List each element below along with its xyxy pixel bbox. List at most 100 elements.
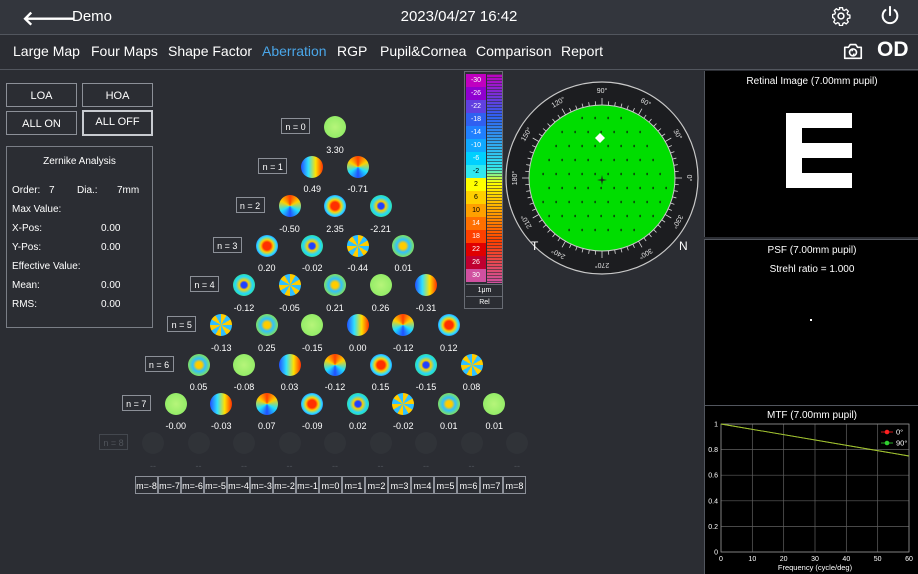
m-label-cell: m=5	[434, 476, 457, 494]
zernike-term-n6-k5[interactable]	[415, 354, 437, 376]
zernike-term-n6-k6[interactable]	[461, 354, 483, 376]
zernike-term-n6-k4[interactable]	[370, 354, 392, 376]
wavefront-polar-map: 0°30°60°90°120°150°180°210°240°270°300°3…	[502, 78, 702, 278]
gear-icon[interactable]	[831, 6, 851, 26]
zernike-value: 0.07	[247, 421, 287, 431]
row-label-n5[interactable]: n = 5	[167, 316, 196, 332]
zernike-term-n5-k2[interactable]	[301, 314, 323, 336]
zernike-term-n1-k1[interactable]	[347, 156, 369, 178]
m-label-cell: m=3	[388, 476, 411, 494]
zernike-term-n4-k2[interactable]	[324, 274, 346, 296]
zernike-term-n7-k6[interactable]	[438, 393, 460, 415]
zernike-value: 0.01	[383, 263, 423, 273]
scale-value-cell: -10	[466, 139, 486, 152]
nasal-letter: N	[679, 239, 688, 253]
tab-large-map[interactable]: Large Map	[13, 43, 80, 59]
zernike-value: -2.21	[361, 224, 401, 234]
row-label-n7[interactable]: n = 7	[122, 395, 151, 411]
mtf-x-tick: 10	[748, 556, 756, 563]
scale-value-cell: -22	[466, 100, 486, 113]
row-label-n1[interactable]: n = 1	[258, 158, 287, 174]
zernike-term-n7-k7[interactable]	[483, 393, 505, 415]
m-label-cell: m=6	[457, 476, 480, 494]
zernike-term-n8-k7[interactable]	[461, 432, 483, 454]
zernike-term-n7-k1[interactable]	[210, 393, 232, 415]
zernike-term-n7-k3[interactable]	[301, 393, 323, 415]
zernike-term-n5-k5[interactable]	[438, 314, 460, 336]
zernike-term-n6-k1[interactable]	[233, 354, 255, 376]
zernike-term-n5-k4[interactable]	[392, 314, 414, 336]
zernike-value: -0.15	[292, 343, 332, 353]
zernike-term-n8-k0[interactable]	[142, 432, 164, 454]
zernike-term-n8-k8[interactable]	[506, 432, 528, 454]
rms-label: RMS:	[12, 299, 37, 310]
polar-angle-label: 180°	[511, 171, 519, 186]
power-icon[interactable]	[879, 5, 901, 27]
zernike-term-n3-k2[interactable]	[347, 235, 369, 257]
zernike-term-n6-k0[interactable]	[188, 354, 210, 376]
scale-value-cell: 14	[466, 217, 486, 230]
row-label-n8[interactable]: n = 8	[99, 434, 128, 450]
tab-comparison[interactable]: Comparison	[476, 43, 551, 59]
zernike-term-n3-k0[interactable]	[256, 235, 278, 257]
zernike-term-n5-k3[interactable]	[347, 314, 369, 336]
zernike-term-n8-k3[interactable]	[279, 432, 301, 454]
m-label-cell: m=-1	[296, 476, 319, 494]
zernike-term-n2-k2[interactable]	[370, 195, 392, 217]
zernike-term-n6-k2[interactable]	[279, 354, 301, 376]
zernike-value: 0.12	[429, 343, 469, 353]
camera-icon[interactable]	[842, 40, 864, 62]
row-label-n6[interactable]: n = 6	[145, 356, 174, 372]
tab-four-maps[interactable]: Four Maps	[91, 43, 158, 59]
scale-value-cell: 26	[466, 256, 486, 269]
tab-aberration[interactable]: Aberration	[262, 43, 327, 59]
zernike-term-n7-k5[interactable]	[392, 393, 414, 415]
scale-unit[interactable]: 1μm	[466, 284, 503, 296]
row-label-n2[interactable]: n = 2	[236, 197, 265, 213]
zernike-term-n8-k2[interactable]	[233, 432, 255, 454]
zernike-value: -0.44	[338, 263, 378, 273]
eye-label[interactable]: OD	[877, 38, 909, 62]
zernike-term-n6-k3[interactable]	[324, 354, 346, 376]
row-label-n3[interactable]: n = 3	[213, 237, 242, 253]
zernike-term-n4-k4[interactable]	[415, 274, 437, 296]
zernike-term-n0-k0[interactable]	[324, 116, 346, 138]
zernike-value: -0.05	[270, 303, 310, 313]
zernike-term-n2-k0[interactable]	[279, 195, 301, 217]
datetime: 2023/04/27 16:42	[0, 8, 918, 25]
zernike-term-n7-k4[interactable]	[347, 393, 369, 415]
zernike-term-n8-k1[interactable]	[188, 432, 210, 454]
scale-mode[interactable]: Rel	[466, 296, 503, 308]
max-value-label: Max Value:	[12, 204, 61, 215]
tab-shape-factor[interactable]: Shape Factor	[168, 43, 252, 59]
tab-rgp[interactable]: RGP	[337, 43, 367, 59]
m-label-cell: m=-7	[158, 476, 181, 494]
all-on-button[interactable]: ALL ON	[6, 111, 77, 135]
row-label-n0[interactable]: n = 0	[281, 118, 310, 134]
zernike-term-n4-k3[interactable]	[370, 274, 392, 296]
all-off-button[interactable]: ALL OFF	[82, 110, 153, 136]
mtf-y-tick: 0.4	[708, 498, 718, 505]
zernike-term-n8-k4[interactable]	[324, 432, 346, 454]
rms-value: 0.00	[101, 299, 120, 310]
tab-report[interactable]: Report	[561, 43, 603, 59]
zernike-term-n4-k1[interactable]	[279, 274, 301, 296]
zernike-term-n3-k3[interactable]	[392, 235, 414, 257]
zernike-term-n4-k0[interactable]	[233, 274, 255, 296]
zernike-term-n7-k2[interactable]	[256, 393, 278, 415]
zernike-term-n8-k5[interactable]	[370, 432, 392, 454]
zernike-term-n5-k0[interactable]	[210, 314, 232, 336]
zernike-term-n5-k1[interactable]	[256, 314, 278, 336]
row-label-n4[interactable]: n = 4	[190, 276, 219, 292]
ypos-label: Y-Pos:	[12, 242, 41, 253]
zernike-term-n7-k0[interactable]	[165, 393, 187, 415]
m-label-cell: m=0	[319, 476, 342, 494]
zernike-term-n2-k1[interactable]	[324, 195, 346, 217]
loa-button[interactable]: LOA	[6, 83, 77, 107]
zernike-term-n8-k6[interactable]	[415, 432, 437, 454]
hoa-button[interactable]: HOA	[82, 83, 153, 107]
tab-pupil-cornea[interactable]: Pupil&Cornea	[380, 43, 466, 59]
scale-value-cell: 30	[466, 269, 486, 282]
zernike-term-n1-k0[interactable]	[301, 156, 323, 178]
zernike-term-n3-k1[interactable]	[301, 235, 323, 257]
